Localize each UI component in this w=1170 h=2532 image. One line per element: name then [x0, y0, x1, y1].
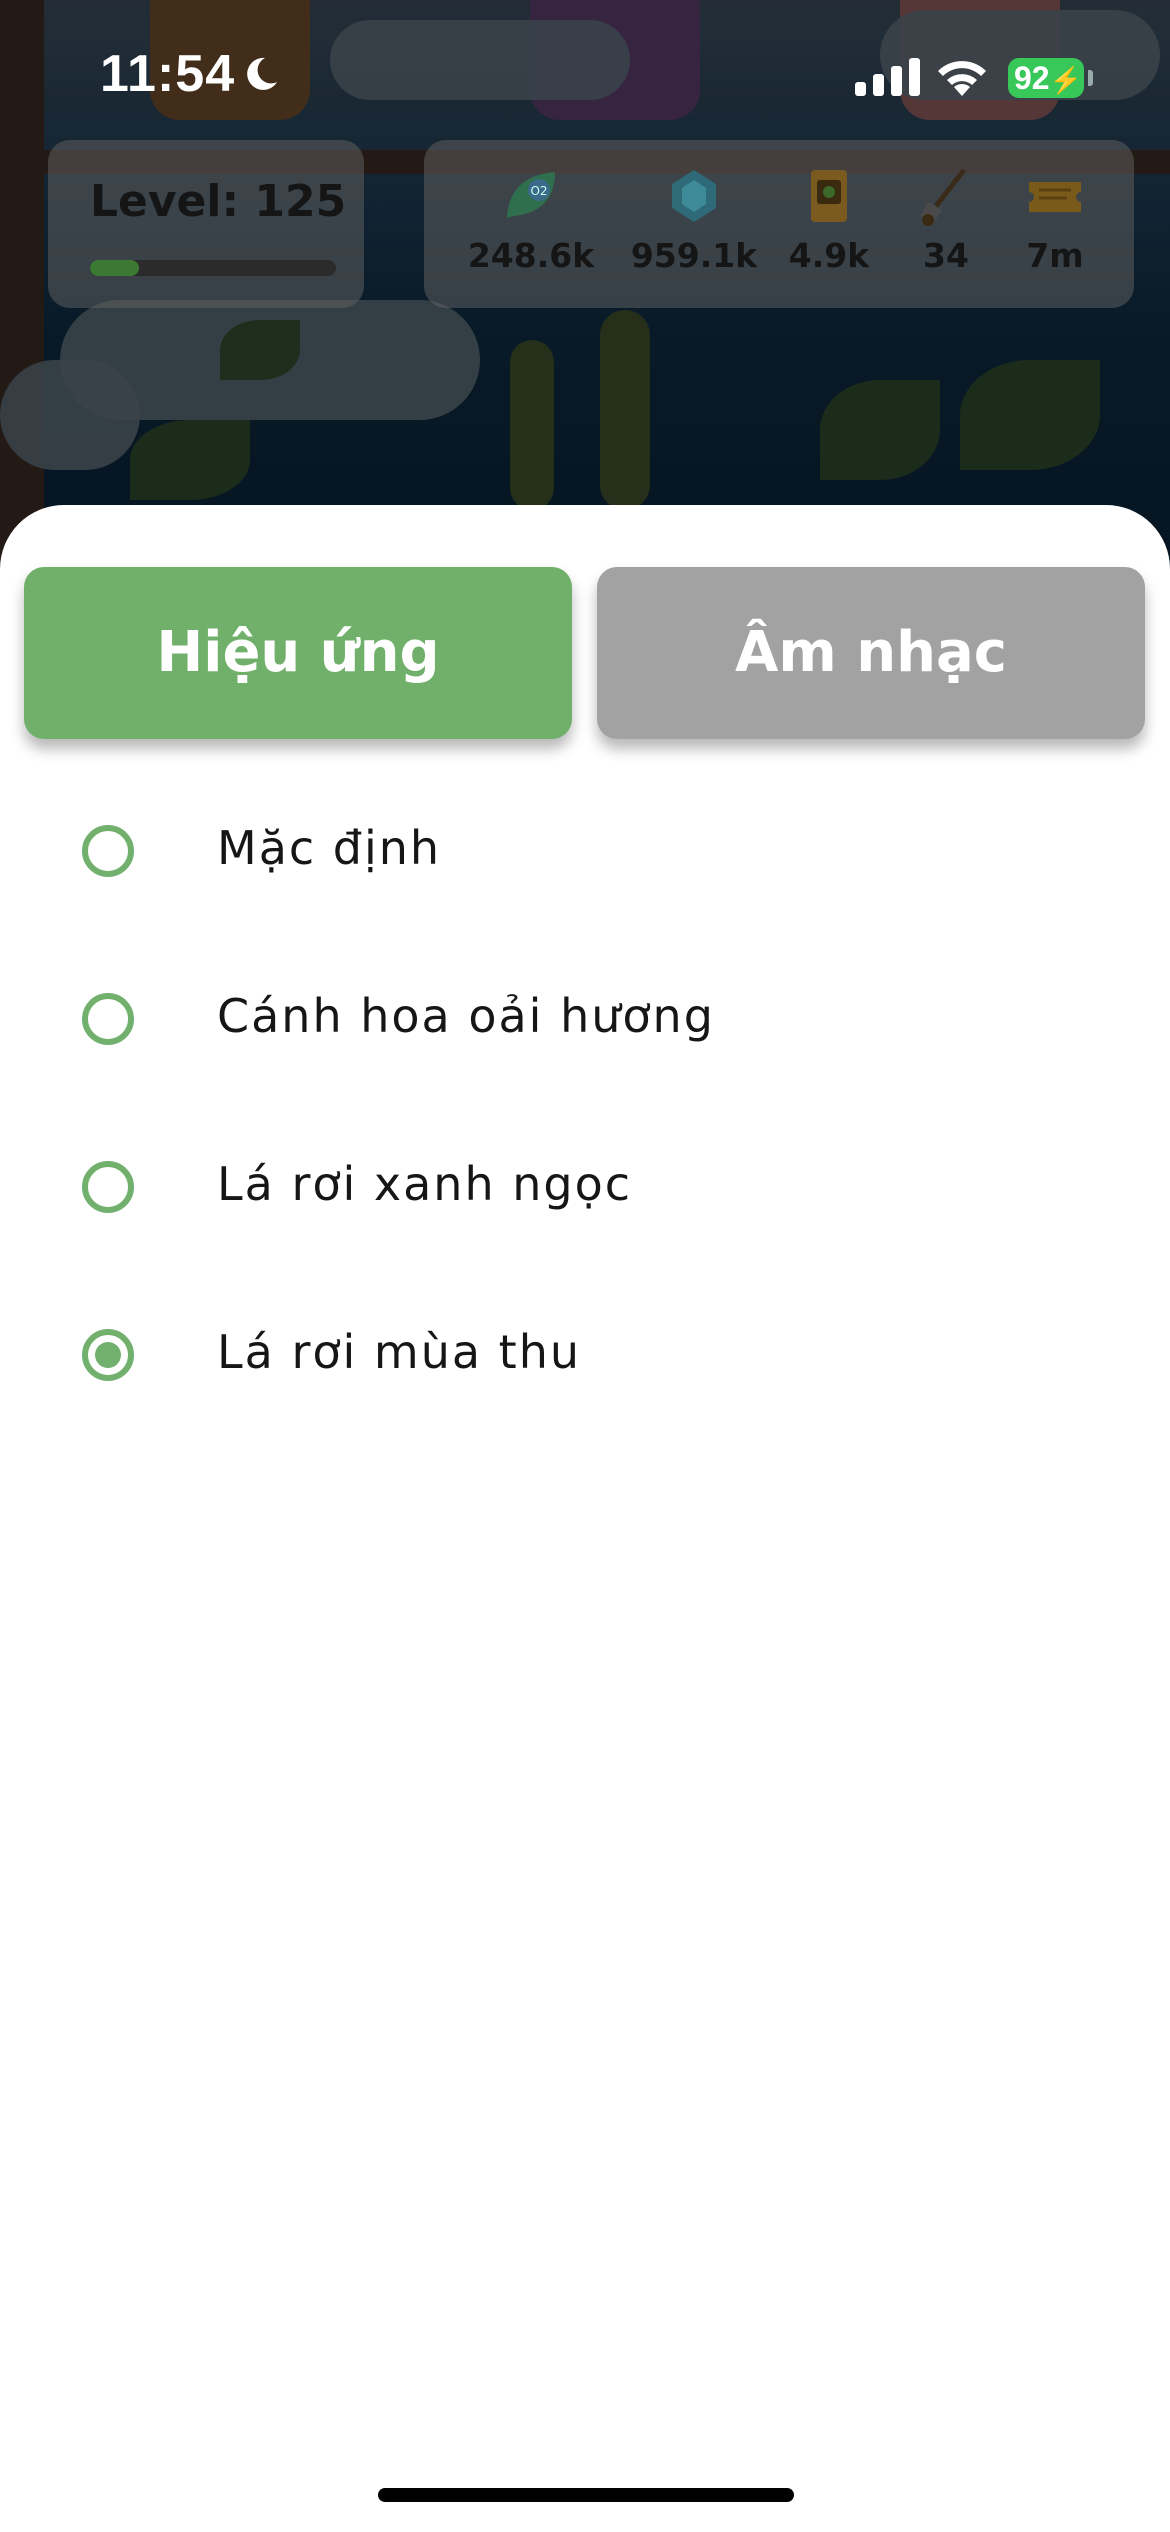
status-bar: 11:54 92⚡: [0, 0, 1170, 150]
resource-ticket[interactable]: 7m: [1010, 166, 1100, 275]
battery-cap: [1088, 70, 1093, 86]
option-label: Lá rơi xanh ngọc: [217, 1157, 633, 1211]
gem-icon: [672, 170, 716, 222]
option-label: Lá rơi mùa thu: [217, 1325, 582, 1379]
resource-gem[interactable]: 959.1k: [629, 166, 759, 275]
level-card[interactable]: Level: 125: [48, 140, 364, 308]
settings-sheet: Hiệu ứng Âm nhạc Mặc định Cánh hoa oải h…: [0, 505, 1170, 2532]
radio-button[interactable]: [82, 1329, 134, 1381]
resource-ticket-value: 7m: [1026, 236, 1084, 275]
resources-card: O2 248.6k 959.1k 4.9k 34 7m: [424, 140, 1134, 308]
battery-charging-icon: 92⚡: [1008, 58, 1084, 98]
moon-icon: [247, 57, 277, 90]
resource-seed-bag-value: 4.9k: [788, 236, 870, 275]
option-item[interactable]: Lá rơi mùa thu: [0, 1299, 1170, 1409]
cellular-signal-icon: [855, 58, 920, 96]
svg-text:O2: O2: [530, 184, 547, 198]
status-time: 11:54: [100, 45, 236, 103]
resource-gem-value: 959.1k: [630, 236, 758, 275]
option-label: Cánh hoa oải hương: [217, 989, 715, 1043]
radio-button[interactable]: [82, 993, 134, 1045]
resource-shovel-value: 34: [923, 236, 969, 275]
option-item[interactable]: Lá rơi xanh ngọc: [0, 1131, 1170, 1241]
shovel-icon: [920, 168, 966, 226]
level-progress-bar: [90, 260, 336, 276]
resource-shovel[interactable]: 34: [906, 166, 986, 275]
level-label: Level: 125: [90, 176, 347, 227]
wifi-icon: [938, 61, 986, 96]
resource-oxygen[interactable]: O2 248.6k: [466, 166, 596, 275]
oxygen-leaf-icon: O2: [507, 172, 555, 218]
resource-seed-bag[interactable]: 4.9k: [779, 166, 879, 275]
level-progress-fill: [90, 260, 140, 276]
battery-percent: 92: [1014, 60, 1050, 96]
ticket-icon: [1029, 182, 1081, 212]
tab-music[interactable]: Âm nhạc: [597, 567, 1145, 739]
home-indicator[interactable]: [378, 2488, 794, 2502]
resource-oxygen-value: 248.6k: [467, 236, 595, 275]
radio-button[interactable]: [82, 825, 134, 877]
option-label: Mặc định: [217, 821, 442, 875]
option-item[interactable]: Mặc định: [0, 795, 1170, 905]
seed-bag-icon: [811, 170, 847, 222]
option-item[interactable]: Cánh hoa oải hương: [0, 963, 1170, 1073]
radio-button[interactable]: [82, 1161, 134, 1213]
tab-effects[interactable]: Hiệu ứng: [24, 567, 572, 739]
